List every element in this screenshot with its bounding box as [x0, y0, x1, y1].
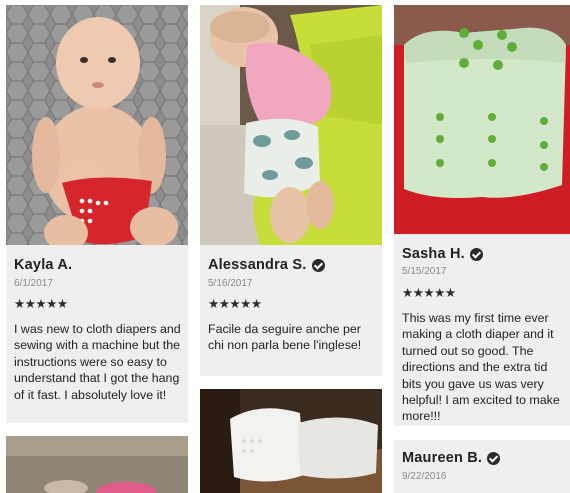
- reviewer-name: Alessandra S.: [208, 257, 325, 273]
- review-photo-white-diapers[interactable]: [200, 389, 382, 493]
- verified-check-icon: [487, 451, 501, 465]
- reviewer-name: Maureen B.: [402, 450, 501, 466]
- review-photo-baby-red-diaper[interactable]: [6, 5, 188, 245]
- review-text: I was new to cloth diapers and sewing wi…: [14, 322, 181, 402]
- review-card-alessandra: Alessandra S. 5/16/2017 ★★★★★ Facile da …: [200, 245, 382, 376]
- star-rating: ★★★★★: [208, 297, 262, 311]
- review-date: 5/16/2017: [208, 278, 253, 289]
- verified-check-icon: [469, 247, 483, 261]
- reviewer-name: Sasha H.: [402, 246, 483, 262]
- review-text: Facile da seguire anche per chi non parl…: [208, 322, 362, 353]
- star-rating: ★★★★★: [402, 286, 456, 300]
- review-date: 6/1/2017: [14, 278, 53, 289]
- review-photo-green-snap-diaper[interactable]: [394, 5, 570, 234]
- review-text: This was my first time ever making a clo…: [402, 311, 560, 424]
- review-date: 9/22/2016: [402, 471, 447, 482]
- review-date: 5/15/2017: [402, 266, 447, 277]
- review-card-kayla: Kayla A. 6/1/2017 ★★★★★ I was new to clo…: [6, 245, 188, 423]
- review-card-sasha: Sasha H. 5/15/2017 ★★★★★ This was my fir…: [394, 234, 570, 426]
- review-photo-baby-cloud-diaper[interactable]: [200, 5, 382, 245]
- review-card-maureen: Maureen B. 9/22/2016: [394, 440, 570, 493]
- verified-check-icon: [311, 258, 325, 272]
- reviewer-name: Kayla A.: [14, 257, 73, 273]
- star-rating: ★★★★★: [14, 297, 68, 311]
- review-photo-pink-blanket[interactable]: [6, 436, 188, 493]
